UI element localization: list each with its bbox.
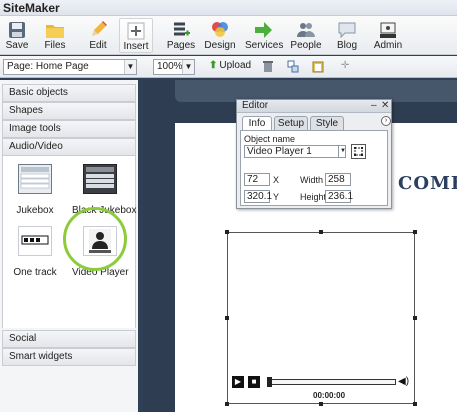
select-object-icon[interactable] xyxy=(351,144,366,159)
tile-jukebox[interactable]: Jukebox xyxy=(16,164,54,216)
tile-black-jukebox[interactable]: Black Jukebox xyxy=(72,164,136,216)
crosshair-icon[interactable]: ✛ xyxy=(341,60,349,71)
resize-handle[interactable] xyxy=(413,402,417,406)
resize-handle[interactable] xyxy=(413,316,417,320)
section-social[interactable]: Social xyxy=(2,330,136,348)
editor-title: Editor xyxy=(242,100,269,111)
welcome-heading[interactable]: COME xyxy=(398,173,457,194)
one-track-icon xyxy=(18,226,52,256)
people-icon xyxy=(297,23,315,37)
editor-window[interactable]: Editor – ✕ Info Setup Style › Object nam… xyxy=(236,99,392,209)
section-audio-video[interactable]: Audio/Video xyxy=(2,138,136,156)
resize-handle[interactable] xyxy=(413,230,417,234)
width-value: 258 xyxy=(328,174,345,185)
blog-speech-icon xyxy=(338,22,356,39)
pages-icon xyxy=(174,22,190,36)
admin-button[interactable]: Admin xyxy=(373,18,403,53)
section-smart-widgets[interactable]: Smart widgets xyxy=(2,348,136,366)
y-field[interactable]: 320.1 xyxy=(244,190,273,203)
files-button[interactable]: Files xyxy=(40,18,70,53)
pages-button[interactable]: Pages xyxy=(165,18,197,53)
x-label: X xyxy=(273,175,280,185)
folder-icon xyxy=(46,25,64,38)
clipboard-icon[interactable] xyxy=(312,60,324,73)
height-field[interactable]: 236.1 xyxy=(325,190,354,203)
editor-titlebar[interactable]: Editor – ✕ xyxy=(237,100,391,113)
seek-handle[interactable] xyxy=(267,377,272,387)
highlight-circle xyxy=(63,207,127,271)
y-value: 320.1 xyxy=(247,191,273,202)
tab-info[interactable]: Info xyxy=(242,116,272,131)
video-controls: ▶ ■ ◀) xyxy=(230,376,412,390)
editor-info-panel: Object name Video Player 1 ▼ 72 X Width … xyxy=(240,130,388,206)
services-arrow-icon xyxy=(255,22,272,38)
upload-button[interactable]: ⬆ Upload xyxy=(209,60,251,71)
volume-icon[interactable]: ◀) xyxy=(398,376,409,387)
people-button[interactable]: People xyxy=(290,18,322,53)
app-title: SiteMaker xyxy=(3,1,60,15)
chevron-down-icon: ▼ xyxy=(182,60,194,74)
object-name-label: Object name xyxy=(244,134,296,144)
video-time: 00:00:00 xyxy=(313,391,346,400)
blog-button[interactable]: Blog xyxy=(333,18,361,53)
x-value: 72 xyxy=(247,174,259,185)
width-field[interactable]: 258 xyxy=(325,173,351,186)
design-button[interactable]: Design xyxy=(204,18,236,53)
stop-icon[interactable]: ■ xyxy=(248,376,260,388)
page-select[interactable]: Page: Home Page ▼ xyxy=(3,59,137,75)
services-button[interactable]: Services xyxy=(245,18,283,53)
seek-bar[interactable] xyxy=(267,377,396,387)
section-image-tools[interactable]: Image tools xyxy=(2,120,136,138)
upload-label: Upload xyxy=(219,60,252,71)
trash-icon[interactable] xyxy=(262,60,274,73)
chevron-down-icon: ▼ xyxy=(124,60,136,74)
admin-icon xyxy=(380,22,396,38)
height-value: 236.1 xyxy=(328,191,354,202)
save-icon xyxy=(9,22,25,38)
main-toolbar: Save Files Edit Insert Pages Design Serv… xyxy=(0,16,457,55)
insert-button[interactable]: Insert xyxy=(119,18,153,53)
pencil-icon xyxy=(92,21,107,36)
resize-handle[interactable] xyxy=(225,230,229,234)
resize-handle[interactable] xyxy=(225,316,229,320)
tile-one-track[interactable]: One track xyxy=(13,222,57,278)
object-name-value: Video Player 1 xyxy=(247,146,312,157)
jukebox-icon xyxy=(18,164,52,194)
chevron-down-icon[interactable]: ▼ xyxy=(338,145,347,158)
zoom-select[interactable]: 100% ▼ xyxy=(153,59,195,75)
tile-one-track-label: One track xyxy=(13,267,57,278)
black-jukebox-icon xyxy=(83,164,117,194)
tile-jukebox-label: Jukebox xyxy=(16,205,54,216)
resize-handle[interactable] xyxy=(225,402,229,406)
insert-plus-icon xyxy=(127,22,145,40)
resize-handle[interactable] xyxy=(319,402,323,406)
minimize-icon[interactable]: – xyxy=(371,100,377,112)
page-select-value: Page: Home Page xyxy=(7,61,89,72)
arrange-icon[interactable] xyxy=(287,60,299,73)
section-basic-objects[interactable]: Basic objects xyxy=(2,84,136,102)
y-label: Y xyxy=(273,192,280,202)
edit-button[interactable]: Edit xyxy=(83,18,113,53)
tab-scroll-arrow-icon[interactable]: › xyxy=(381,116,391,126)
save-button[interactable]: Save xyxy=(2,18,32,53)
resize-handle[interactable] xyxy=(319,230,323,234)
app-titlebar: SiteMaker xyxy=(0,0,457,16)
object-name-field[interactable]: Video Player 1 xyxy=(244,145,346,158)
secondary-toolbar: Page: Home Page ▼ 100% ▼ ⬆ Upload ✛ xyxy=(0,56,457,78)
zoom-select-value: 100% xyxy=(157,61,183,72)
x-field[interactable]: 72 xyxy=(244,173,270,186)
play-icon[interactable]: ▶ xyxy=(232,376,244,388)
design-color-icon xyxy=(212,22,228,37)
tab-style[interactable]: Style xyxy=(310,116,344,130)
upload-arrow-icon: ⬆ xyxy=(209,60,218,71)
close-icon[interactable]: ✕ xyxy=(381,100,389,112)
width-label: Width xyxy=(300,175,324,185)
section-shapes[interactable]: Shapes xyxy=(2,102,136,120)
tab-setup[interactable]: Setup xyxy=(274,116,308,130)
height-label: Height xyxy=(300,192,327,202)
